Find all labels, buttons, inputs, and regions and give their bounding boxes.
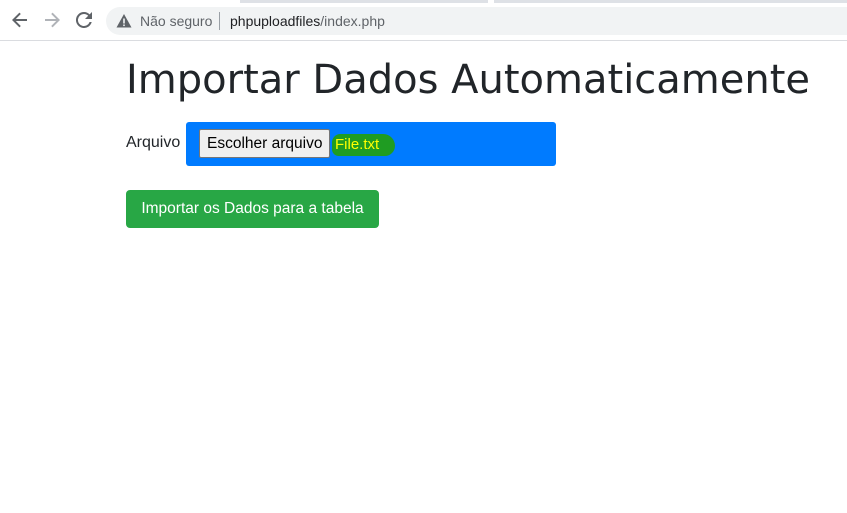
url-host: phpuploadfiles	[230, 13, 321, 29]
security-status-text[interactable]: Não seguro	[140, 13, 212, 29]
url-path: /index.php	[320, 13, 385, 29]
warning-triangle-icon	[116, 14, 132, 28]
browser-toolbar: Não seguro phpuploadfiles/index.php	[0, 0, 847, 41]
address-separator	[219, 12, 220, 30]
arrow-left-icon	[12, 12, 27, 28]
arrow-right-icon	[45, 12, 60, 28]
tab-strip	[0, 0, 847, 3]
choose-file-button[interactable]: Escolher arquivo	[199, 129, 331, 158]
back-button[interactable]	[8, 8, 32, 32]
selected-file-name: File.txt	[335, 136, 380, 153]
address-bar[interactable]: Não seguro phpuploadfiles/index.php	[106, 7, 847, 35]
reload-icon	[76, 12, 92, 28]
url-text[interactable]: phpuploadfiles/index.php	[230, 13, 385, 29]
file-name-highlight: File.txt	[332, 134, 396, 156]
reload-button[interactable]	[72, 8, 96, 32]
forward-button[interactable]	[40, 8, 64, 32]
import-data-button[interactable]: Importar os Dados para a tabela	[126, 190, 379, 228]
page-title: Importar Dados Automaticamente	[126, 57, 811, 103]
file-input[interactable]: Escolher arquivo File.txt	[186, 122, 556, 166]
file-field-label: Arquivo	[126, 134, 181, 151]
